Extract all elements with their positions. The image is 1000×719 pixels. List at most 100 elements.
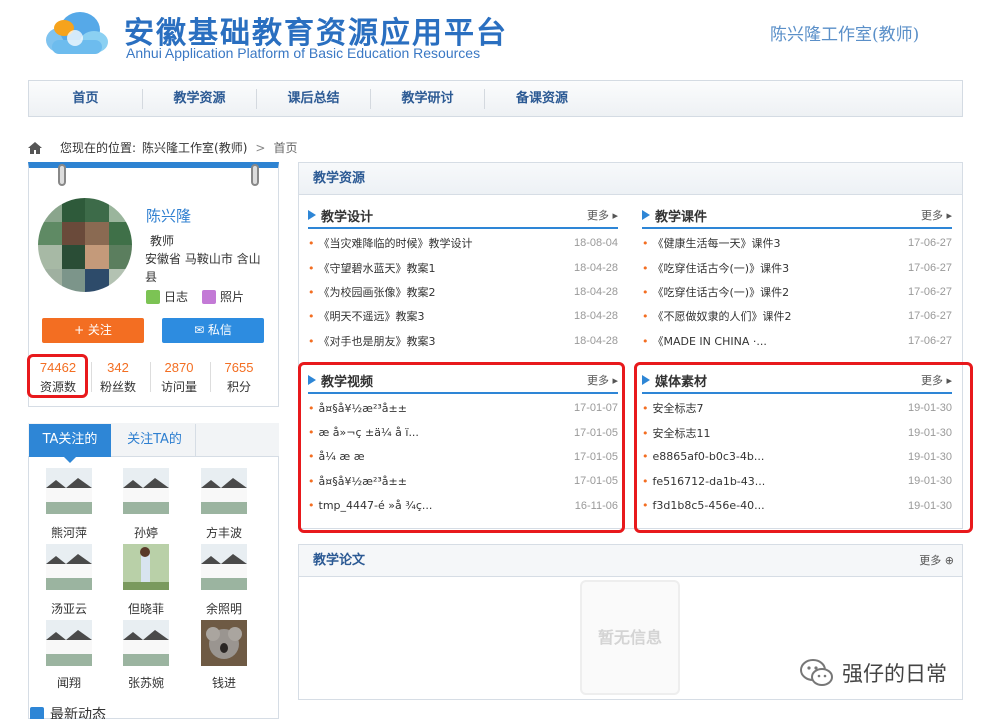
more-label: 更多 bbox=[586, 209, 609, 222]
avatar[interactable] bbox=[38, 198, 132, 292]
stat-fans[interactable]: 342 粉丝数 bbox=[89, 360, 147, 395]
photo-label: 照片 bbox=[220, 290, 245, 304]
watermark: 强仔的日常 bbox=[800, 658, 947, 688]
tab-followers[interactable]: 关注TA的 bbox=[114, 424, 196, 457]
resources-panel-title: 教学资源 bbox=[299, 163, 962, 195]
breadcrumb-separator: > bbox=[255, 140, 266, 155]
person-name[interactable]: 钱进 bbox=[184, 674, 264, 691]
papers-more-link[interactable]: 更多 ⊕ bbox=[919, 545, 954, 576]
person-name[interactable]: 熊河萍 bbox=[29, 524, 109, 541]
stat-visits[interactable]: 2870 访问量 bbox=[150, 360, 208, 395]
breadcrumb-current: 首页 bbox=[273, 141, 298, 155]
person-name[interactable]: 孙婷 bbox=[106, 524, 186, 541]
diary-icon bbox=[146, 289, 160, 304]
stat-label: 积分 bbox=[226, 380, 251, 394]
item-title[interactable]: 《吃穿住话古今(一)》课件3 bbox=[642, 260, 790, 276]
follow-person[interactable] bbox=[46, 620, 92, 666]
breadcrumb-prefix: 您现在的位置: bbox=[60, 141, 137, 155]
person-thumbnail bbox=[46, 468, 92, 514]
item-date: 17-06-27 bbox=[907, 285, 952, 298]
person-thumbnail bbox=[46, 544, 92, 590]
follow-person[interactable] bbox=[123, 468, 169, 514]
item-title[interactable]: 《守望碧水蓝天》教案1 bbox=[308, 260, 436, 276]
user-role: 教师 bbox=[150, 234, 175, 248]
list-item[interactable]: 《吃穿住话古今(一)》课件3 17-06-27 bbox=[642, 255, 953, 279]
nav-teaching-research[interactable]: 教学研讨 bbox=[371, 88, 485, 109]
item-date: 18-04-28 bbox=[573, 334, 618, 347]
section-title: 教学设计 bbox=[308, 206, 373, 225]
nav-teaching-resources[interactable]: 教学资源 bbox=[143, 88, 257, 109]
follow-person[interactable] bbox=[201, 468, 247, 514]
person-thumbnail bbox=[46, 620, 92, 666]
more-label: 更多 bbox=[920, 209, 943, 222]
person-name[interactable]: 张苏婉 bbox=[106, 674, 186, 691]
item-date: 17-06-27 bbox=[907, 237, 952, 250]
list-item[interactable]: 《吃穿住话古今(一)》课件2 17-06-27 bbox=[642, 280, 953, 304]
follow-button[interactable]: + 关注 bbox=[42, 318, 144, 343]
arrow-icon bbox=[642, 210, 650, 220]
section-header: 教学设计 更多 ▸ bbox=[308, 203, 618, 229]
follow-person[interactable] bbox=[123, 544, 169, 590]
list-item[interactable]: 《对手也是朋友》教案3 18-04-28 bbox=[308, 329, 619, 353]
item-title[interactable]: 《明天不遥远》教案3 bbox=[308, 308, 425, 324]
person-name[interactable]: 但晓菲 bbox=[106, 600, 186, 617]
item-title[interactable]: 《健康生活每一天》课件3 bbox=[642, 235, 781, 251]
item-title[interactable]: 《对手也是朋友》教案3 bbox=[308, 333, 436, 349]
breadcrumb: 您现在的位置: 陈兴隆工作室(教师) > 首页 bbox=[28, 139, 304, 156]
stat-value: 342 bbox=[107, 360, 129, 375]
list-item[interactable]: 《为校园画张像》教案2 18-04-28 bbox=[308, 280, 619, 304]
stat-value: 7655 bbox=[224, 360, 254, 375]
user-name[interactable]: 陈兴隆 bbox=[146, 205, 191, 226]
papers-panel-title: 教学论文 bbox=[313, 553, 366, 568]
user-location: 安徽省 马鞍山市 含山县 bbox=[145, 252, 261, 284]
nav-after-class-summary[interactable]: 课后总结 bbox=[257, 88, 371, 109]
tab-following[interactable]: TA关注的 bbox=[29, 424, 111, 463]
list-item[interactable]: 《当灾难降临的时候》教学设计 18-08-04 bbox=[308, 231, 619, 255]
message-button[interactable]: ✉ 私信 bbox=[162, 318, 264, 343]
follow-person[interactable] bbox=[201, 620, 247, 666]
nav-lesson-prep[interactable]: 备课资源 bbox=[485, 89, 599, 109]
person-name[interactable]: 闻翔 bbox=[29, 674, 109, 691]
stat-label: 访问量 bbox=[160, 380, 197, 394]
logo-cloud-icon bbox=[46, 12, 108, 54]
arrow-icon bbox=[308, 210, 316, 220]
item-date: 18-04-28 bbox=[573, 310, 618, 323]
person-thumbnail bbox=[123, 620, 169, 666]
item-date: 18-04-28 bbox=[573, 261, 618, 274]
person-name[interactable]: 方丰波 bbox=[184, 524, 264, 541]
list-item[interactable]: 《守望碧水蓝天》教案1 18-04-28 bbox=[308, 255, 619, 279]
section-header: 教学课件 更多 ▸ bbox=[642, 203, 952, 229]
follow-person[interactable] bbox=[46, 468, 92, 514]
more-link[interactable]: 更多 ▸ bbox=[921, 207, 952, 223]
list-item[interactable]: 《明天不遥远》教案3 18-04-28 bbox=[308, 304, 619, 328]
person-thumbnail bbox=[201, 620, 247, 666]
diary-link[interactable]: 日志 bbox=[146, 288, 188, 305]
section-title-text: 教学设计 bbox=[321, 209, 374, 225]
list-item[interactable]: 《健康生活每一天》课件3 17-06-27 bbox=[642, 231, 953, 255]
binder-ring-icon bbox=[251, 164, 259, 186]
item-title[interactable]: 《为校园画张像》教案2 bbox=[308, 284, 436, 300]
news-icon bbox=[30, 707, 44, 719]
stat-points[interactable]: 7655 积分 bbox=[210, 360, 268, 395]
photo-link[interactable]: 照片 bbox=[202, 288, 244, 305]
person-thumbnail bbox=[123, 544, 169, 590]
list-item[interactable]: 《不愿做奴隶的人们》课件2 17-06-27 bbox=[642, 304, 953, 328]
list-item[interactable]: 《MADE IN CHINA ·... 17-06-27 bbox=[642, 329, 953, 353]
breadcrumb-studio[interactable]: 陈兴隆工作室(教师) bbox=[142, 139, 247, 156]
person-name[interactable]: 余照明 bbox=[184, 600, 264, 617]
item-title[interactable]: 《吃穿住话古今(一)》课件2 bbox=[642, 284, 790, 300]
follow-person[interactable] bbox=[201, 544, 247, 590]
item-title[interactable]: 《当灾难降临的时候》教学设计 bbox=[308, 235, 473, 251]
item-title[interactable]: 《MADE IN CHINA ·... bbox=[642, 333, 767, 349]
follow-person[interactable] bbox=[46, 544, 92, 590]
home-icon[interactable] bbox=[28, 141, 42, 154]
nav-home[interactable]: 首页 bbox=[29, 88, 143, 109]
highlight-box bbox=[298, 362, 625, 533]
item-date: 18-08-04 bbox=[573, 237, 618, 250]
item-date: 17-06-27 bbox=[907, 310, 952, 323]
studio-name[interactable]: 陈兴隆工作室(教师) bbox=[770, 20, 919, 45]
follow-person[interactable] bbox=[123, 620, 169, 666]
more-link[interactable]: 更多 ▸ bbox=[587, 207, 618, 223]
person-name[interactable]: 汤亚云 bbox=[29, 600, 109, 617]
item-title[interactable]: 《不愿做奴隶的人们》课件2 bbox=[642, 308, 792, 324]
